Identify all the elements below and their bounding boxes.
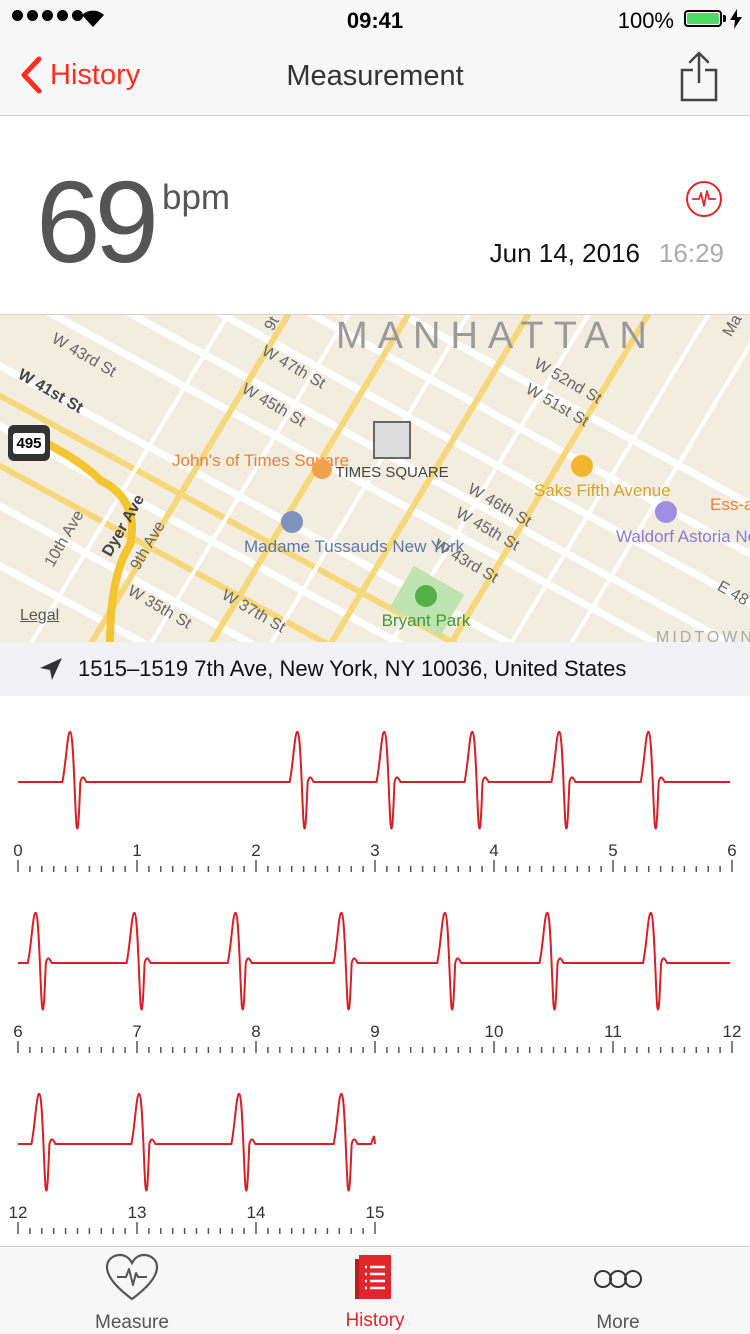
ecg-tick-label: 12 bbox=[9, 1203, 28, 1222]
back-label: History bbox=[50, 58, 141, 91]
ecg-tick-label: 14 bbox=[247, 1203, 266, 1222]
ecg-tick-label: 15 bbox=[366, 1203, 385, 1222]
bpm-unit: bpm bbox=[162, 178, 231, 217]
ecg-tick-label: 4 bbox=[489, 841, 498, 860]
ecg-tick-label: 6 bbox=[727, 841, 736, 860]
poi-saks[interactable]: Saks Fifth Avenue bbox=[534, 455, 671, 500]
address-text: 1515–1519 7th Ave, New York, NY 10036, U… bbox=[78, 656, 627, 681]
measurement-time: 16:29 bbox=[658, 238, 724, 268]
bpm-value: 69 bbox=[36, 157, 159, 287]
ecg-badge-icon bbox=[686, 181, 722, 217]
tab-measure[interactable]: Measure bbox=[52, 1253, 212, 1334]
address-bar[interactable]: 1515–1519 7th Ave, New York, NY 10036, U… bbox=[0, 642, 750, 696]
charging-bolt-icon bbox=[730, 9, 742, 29]
tab-label: Measure bbox=[95, 1312, 169, 1333]
back-button[interactable]: History bbox=[20, 56, 140, 94]
battery-icon bbox=[684, 10, 722, 27]
poi-johns[interactable]: John's of Times Square bbox=[172, 451, 349, 479]
ecg-tick-label: 10 bbox=[485, 1022, 504, 1041]
battery-percentage: 100% bbox=[617, 8, 674, 33]
museum-icon bbox=[281, 511, 303, 533]
poi-bryant-park[interactable]: Bryant Park bbox=[374, 585, 478, 630]
heart-ecg-icon bbox=[105, 1253, 159, 1301]
district-label: MIDTOWN bbox=[656, 629, 750, 643]
ecg-tick-label: 7 bbox=[132, 1022, 141, 1041]
measurement-date: Jun 14, 2016 bbox=[489, 238, 640, 268]
ecg-tick-label: 12 bbox=[723, 1022, 742, 1041]
status-bar: 09:41 100% bbox=[0, 0, 750, 40]
shopping-bag-icon bbox=[571, 455, 593, 477]
tab-label: History bbox=[345, 1310, 405, 1331]
measurement-summary: 69 bpm Jun 14, 2016 16:29 bbox=[0, 116, 750, 314]
ecg-tick-label: 5 bbox=[608, 841, 617, 860]
ecg-strips: 0 1 2 3 4 5 66 7 8 9 10 11 1212 13 14 15 bbox=[9, 730, 742, 1234]
location-map[interactable]: MANHATTAN W 43rd St W 47th St W 41st St … bbox=[0, 314, 750, 643]
location-arrow-icon bbox=[40, 658, 62, 680]
history-list-icon bbox=[355, 1255, 391, 1299]
hotel-icon bbox=[655, 501, 677, 523]
ecg-tick-label: 9 bbox=[370, 1022, 379, 1041]
ecg-tick-label: 2 bbox=[251, 841, 260, 860]
highway-shield: 495 bbox=[8, 425, 50, 461]
restaurant-icon bbox=[312, 459, 332, 479]
more-rings-icon bbox=[594, 1270, 642, 1288]
ecg-tick-label: 3 bbox=[370, 841, 379, 860]
landmark-icon bbox=[373, 421, 411, 459]
chevron-left-icon bbox=[21, 56, 42, 94]
ecg-trace bbox=[18, 730, 730, 830]
navigation-bar: History Measurement bbox=[0, 40, 750, 116]
ecg-tick-label: 0 bbox=[13, 841, 22, 860]
park-icon bbox=[415, 585, 437, 607]
ecg-tick-label: 11 bbox=[604, 1022, 622, 1041]
ecg-tick-label: 1 bbox=[132, 841, 141, 860]
district-label: MANHATTAN bbox=[336, 315, 657, 357]
tab-history[interactable]: History bbox=[295, 1253, 455, 1332]
tab-label: More bbox=[596, 1312, 640, 1333]
tab-more[interactable]: More bbox=[538, 1253, 698, 1334]
poi-madame-tussauds[interactable]: Madame Tussauds New York bbox=[244, 511, 464, 556]
ecg-tick-label: 6 bbox=[13, 1022, 22, 1041]
map-legal-link[interactable]: Legal bbox=[20, 607, 59, 625]
ecg-trace bbox=[18, 911, 730, 1011]
poi-waldorf[interactable]: Waldorf Astoria New York bbox=[616, 501, 750, 546]
poi-ess-a[interactable]: Ess-a bbox=[710, 495, 750, 514]
tab-bar: Measure History More bbox=[0, 1246, 750, 1334]
ecg-tick-label: 8 bbox=[251, 1022, 260, 1041]
ecg-trace bbox=[18, 1092, 376, 1192]
share-icon[interactable] bbox=[680, 50, 718, 102]
poi-times-square[interactable]: TIMES SQUARE bbox=[332, 421, 452, 482]
ecg-tick-label: 13 bbox=[128, 1203, 147, 1222]
